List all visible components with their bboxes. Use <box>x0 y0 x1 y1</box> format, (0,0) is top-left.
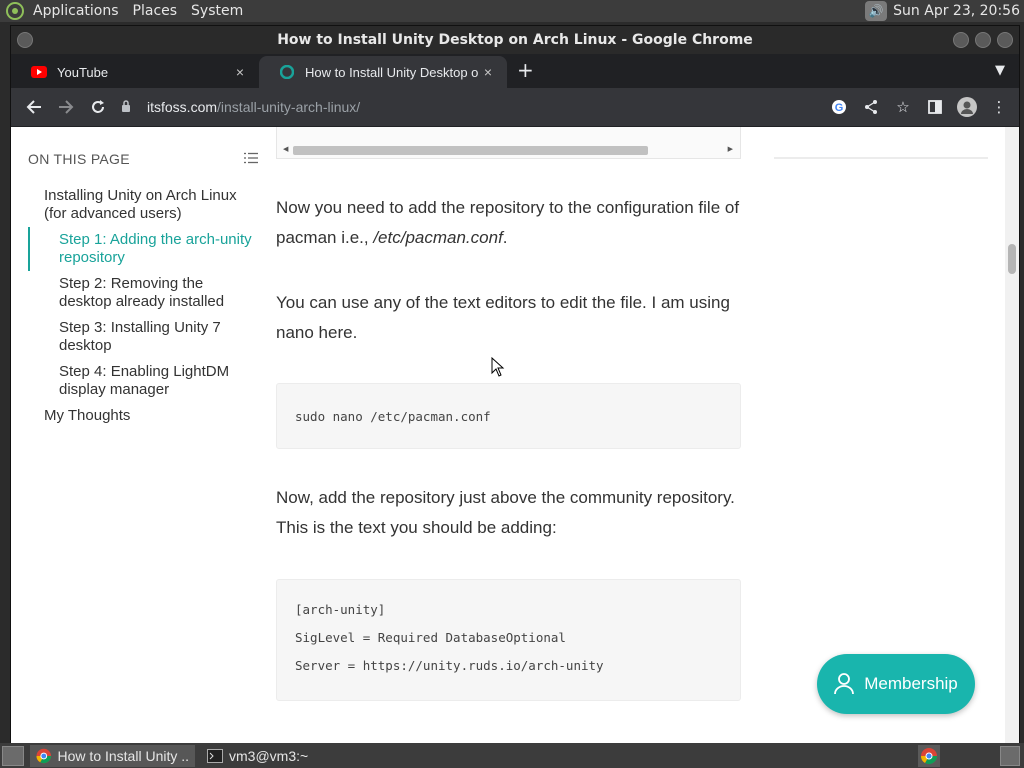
close-tab-icon[interactable]: × <box>479 64 497 80</box>
tab-itsfoss[interactable]: How to Install Unity Desktop on Arch Lin… <box>259 56 507 88</box>
toc-header: ON THIS PAGE <box>28 151 258 167</box>
youtube-icon <box>31 64 47 80</box>
svg-text:G: G <box>835 102 844 114</box>
toc-item[interactable]: My Thoughts <box>28 403 258 429</box>
itsfoss-favicon-icon <box>279 64 295 80</box>
toc-item-active[interactable]: Step 1: Adding the arch-unity repository <box>28 227 258 271</box>
page-scrollbar[interactable] <box>1005 127 1019 743</box>
code-block-scroll-area: ◀ ▶ <box>276 127 741 159</box>
article-paragraph: You can use any of the text editors to e… <box>276 293 730 342</box>
address-bar[interactable]: itsfoss.com/install-unity-arch-linux/ <box>121 92 827 122</box>
profile-avatar-icon[interactable] <box>955 95 979 119</box>
mouse-cursor-icon <box>491 357 505 377</box>
applications-menu[interactable]: Applications <box>26 3 126 19</box>
toc-item[interactable]: Step 4: Enabling LightDM display manager <box>28 359 258 403</box>
toc-list-icon[interactable] <box>244 151 258 167</box>
bookmark-star-icon[interactable]: ☆ <box>891 95 915 119</box>
code-line: Server = https://unity.ruds.io/arch-unit… <box>295 658 604 673</box>
article-paragraph: Now you need to add the repository to th… <box>276 193 741 253</box>
scroll-right-icon[interactable]: ▶ <box>728 145 733 153</box>
places-menu[interactable]: Places <box>126 3 185 19</box>
code-line: [arch-unity] <box>295 602 386 617</box>
side-panel-icon[interactable] <box>923 95 947 119</box>
tab-youtube[interactable]: YouTube × <box>11 56 259 88</box>
chrome-icon <box>36 748 52 763</box>
window-menu-icon[interactable] <box>17 32 33 48</box>
lock-icon[interactable] <box>121 99 139 115</box>
paragraph-text: . <box>502 228 508 247</box>
new-tab-button[interactable]: + <box>517 58 534 82</box>
tab-label: YouTube <box>57 64 109 80</box>
horizontal-scrollbar[interactable]: ◀ ▶ <box>283 145 733 156</box>
scroll-left-icon[interactable]: ◀ <box>283 145 288 153</box>
page-scrollbar-thumb[interactable] <box>1008 244 1016 274</box>
mate-logo-icon[interactable] <box>4 0 26 22</box>
window-title: How to Install Unity Desktop on Arch Lin… <box>277 32 753 48</box>
toc-list: Installing Unity on Arch Linux (for adva… <box>28 183 258 429</box>
toc-item[interactable]: Installing Unity on Arch Linux (for adva… <box>28 183 258 227</box>
google-lens-icon[interactable]: G <box>827 95 851 119</box>
taskbar-item-chrome[interactable]: How to Install Unity ... <box>30 744 195 767</box>
paragraph-text: Now you need to add the repository to th… <box>276 198 740 247</box>
volume-icon[interactable]: 🔊 <box>865 1 888 21</box>
share-icon[interactable] <box>859 95 883 119</box>
code-line: SigLevel = Required DatabaseOptional <box>295 630 566 645</box>
window-titlebar[interactable]: How to Install Unity Desktop on Arch Lin… <box>11 26 1019 54</box>
scrollbar-thumb[interactable] <box>293 146 648 155</box>
taskbar-item-terminal[interactable]: vm3@vm3:~ <box>201 745 314 767</box>
toc-item[interactable]: Step 3: Installing Unity 7 desktop <box>28 315 258 359</box>
person-icon <box>834 673 855 695</box>
membership-button[interactable]: Membership <box>817 654 975 714</box>
minimize-icon[interactable] <box>953 32 969 48</box>
toc-heading: ON THIS PAGE <box>28 151 130 167</box>
toc-item[interactable]: Step 2: Removing the desktop already ins… <box>28 271 258 315</box>
workspace-switcher[interactable] <box>1000 745 1020 766</box>
membership-label: Membership <box>864 674 958 693</box>
taskbar-label: How to Install Unity ... <box>57 747 189 764</box>
more-menu-icon[interactable]: ⋮ <box>987 95 1011 119</box>
maximize-icon[interactable] <box>975 32 991 48</box>
code-line: sudo nano /etc/pacman.conf <box>295 409 491 424</box>
terminal-icon <box>207 748 223 763</box>
close-tab-icon[interactable]: × <box>231 64 249 80</box>
code-block[interactable]: [arch-unity] SigLevel = Required Databas… <box>276 579 741 701</box>
show-desktop-icon[interactable] <box>2 745 24 766</box>
system-menu[interactable]: System <box>184 3 250 19</box>
taskbar-label: vm3@vm3:~ <box>229 747 309 764</box>
system-top-panel: Applications Places System 🔊 Sun Apr 23,… <box>0 0 1024 22</box>
back-button[interactable] <box>19 92 49 122</box>
code-block[interactable]: sudo nano /etc/pacman.conf <box>276 383 741 449</box>
browser-toolbar: itsfoss.com/install-unity-arch-linux/ G … <box>11 88 1019 126</box>
forward-button[interactable] <box>51 92 81 122</box>
url-path: /install-unity-arch-linux/ <box>217 99 361 115</box>
tab-label: How to Install Unity Desktop on Arch Lin… <box>305 64 479 80</box>
tab-strip: YouTube × How to Install Unity Desktop o… <box>11 54 1019 88</box>
reload-button[interactable] <box>83 92 113 122</box>
close-window-icon[interactable] <box>997 32 1013 48</box>
web-page: ON THIS PAGE Installing Unity on Arch Li… <box>11 127 1019 743</box>
table-of-contents: ON THIS PAGE Installing Unity on Arch Li… <box>28 127 258 429</box>
sidebar-divider <box>774 157 988 159</box>
tab-search-chevron-icon[interactable]: ▼ <box>995 63 1005 78</box>
clock[interactable]: Sun Apr 23, 20:56 <box>893 3 1020 19</box>
chrome-tray-icon[interactable] <box>918 744 940 767</box>
file-path: /etc/pacman.conf <box>373 228 503 247</box>
browser-window: How to Install Unity Desktop on Arch Lin… <box>10 25 1020 743</box>
taskbar: How to Install Unity ... vm3@vm3:~ <box>0 743 1024 768</box>
article-paragraph: Now, add the repository just above the c… <box>276 488 735 537</box>
url-domain: itsfoss.com <box>147 99 218 115</box>
